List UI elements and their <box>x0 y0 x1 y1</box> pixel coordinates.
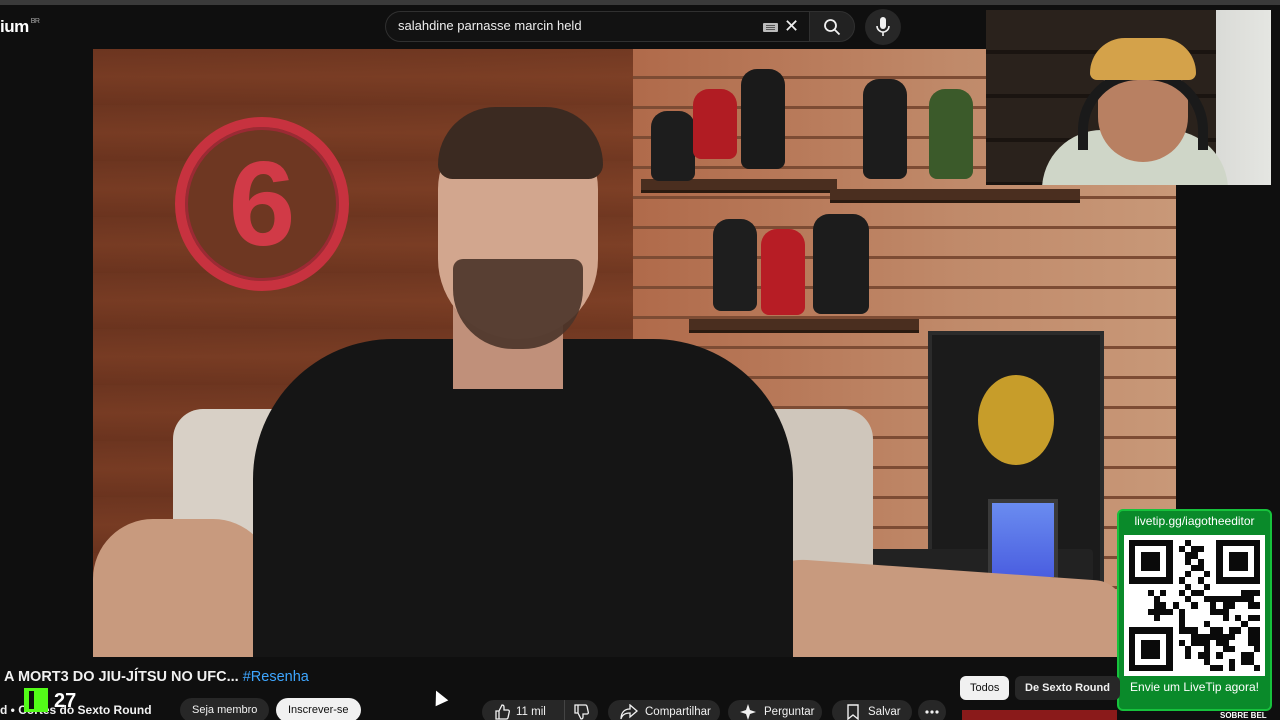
like-count: 11 mil <box>516 706 546 718</box>
clear-search-icon[interactable]: ✕ <box>784 16 799 36</box>
host-hair <box>438 107 603 179</box>
qr-module <box>1253 664 1260 671</box>
sexto-round-logo-sign: 6 <box>175 117 349 291</box>
voice-search-button[interactable] <box>865 9 901 45</box>
host-arm-left <box>93 519 273 657</box>
award-medal <box>978 375 1054 465</box>
logo-region: BR <box>30 18 40 25</box>
video-hashtag[interactable]: #Resenha <box>243 669 309 685</box>
share-icon <box>620 704 638 720</box>
sign-glyph: 6 <box>228 137 296 271</box>
streamer-webcam <box>986 10 1271 185</box>
recommended-thumbnail-text: SOBRE BEL <box>1220 711 1267 720</box>
search-icon <box>824 19 841 36</box>
glove <box>693 89 737 159</box>
shelf-top <box>641 179 837 193</box>
microphone-icon <box>876 17 890 36</box>
kick-logo-icon <box>24 688 48 712</box>
shelf-top-right <box>830 189 1080 203</box>
join-membership-button[interactable]: Seja membro <box>180 698 270 720</box>
search-box[interactable]: salahdine parnasse marcin held ✕ <box>385 11 809 42</box>
search-button[interactable] <box>809 11 855 42</box>
glove <box>741 69 785 169</box>
save-button[interactable]: Salvar <box>832 700 912 720</box>
thumbs-down-icon <box>574 704 589 720</box>
bookmark-icon <box>847 704 859 720</box>
shelf-bottom <box>689 319 919 333</box>
thumbs-up-icon <box>495 704 510 720</box>
kick-viewer-count: 27 <box>54 690 77 712</box>
keyboard-icon[interactable] <box>763 23 778 32</box>
qr-code-icon <box>1124 535 1265 676</box>
glove <box>651 111 695 181</box>
search-input[interactable]: salahdine parnasse marcin held <box>398 18 738 33</box>
share-button[interactable]: Compartilhar <box>608 700 720 720</box>
recommended-thumbnail[interactable] <box>962 710 1117 720</box>
filter-chip-all[interactable]: Todos <box>960 676 1010 700</box>
ask-label: Perguntar <box>764 706 815 718</box>
glove <box>863 79 907 179</box>
glove <box>813 214 869 314</box>
like-button[interactable]: 11 mil <box>482 700 564 720</box>
video-title-text: A MORT3 DO JIU-JÍTSU NO UFC... <box>4 669 239 685</box>
subscribe-button[interactable]: Inscrever-se <box>276 698 361 720</box>
glove <box>713 219 757 311</box>
screen-trophy <box>988 499 1058 581</box>
dislike-button[interactable] <box>564 700 598 720</box>
share-label: Compartilhar <box>645 706 711 718</box>
video-title: A MORT3 DO JIU-JÍTSU NO UFC... #Resenha <box>4 669 309 685</box>
more-actions-button[interactable] <box>918 700 946 720</box>
glove <box>929 89 973 179</box>
filter-chip-channel[interactable]: De Sexto Round <box>1015 676 1120 700</box>
window-top-edge <box>0 0 1280 5</box>
livetip-qr-card: livetip.gg/iagotheeditor Envie um LiveTi… <box>1117 509 1272 711</box>
livetip-url: livetip.gg/iagotheeditor <box>1134 514 1255 528</box>
glove <box>761 229 805 315</box>
youtube-logo[interactable]: ium BR <box>0 17 40 37</box>
sparkle-icon <box>740 704 756 720</box>
livetip-cta: Envie um LiveTip agora! <box>1130 680 1259 694</box>
logo-text: ium <box>0 17 29 36</box>
streamer-cap <box>1090 38 1196 80</box>
mouse-cursor-icon <box>429 687 449 707</box>
ask-button[interactable]: Perguntar <box>728 700 822 720</box>
save-label: Salvar <box>868 706 901 718</box>
more-horizontal-icon <box>925 710 939 714</box>
